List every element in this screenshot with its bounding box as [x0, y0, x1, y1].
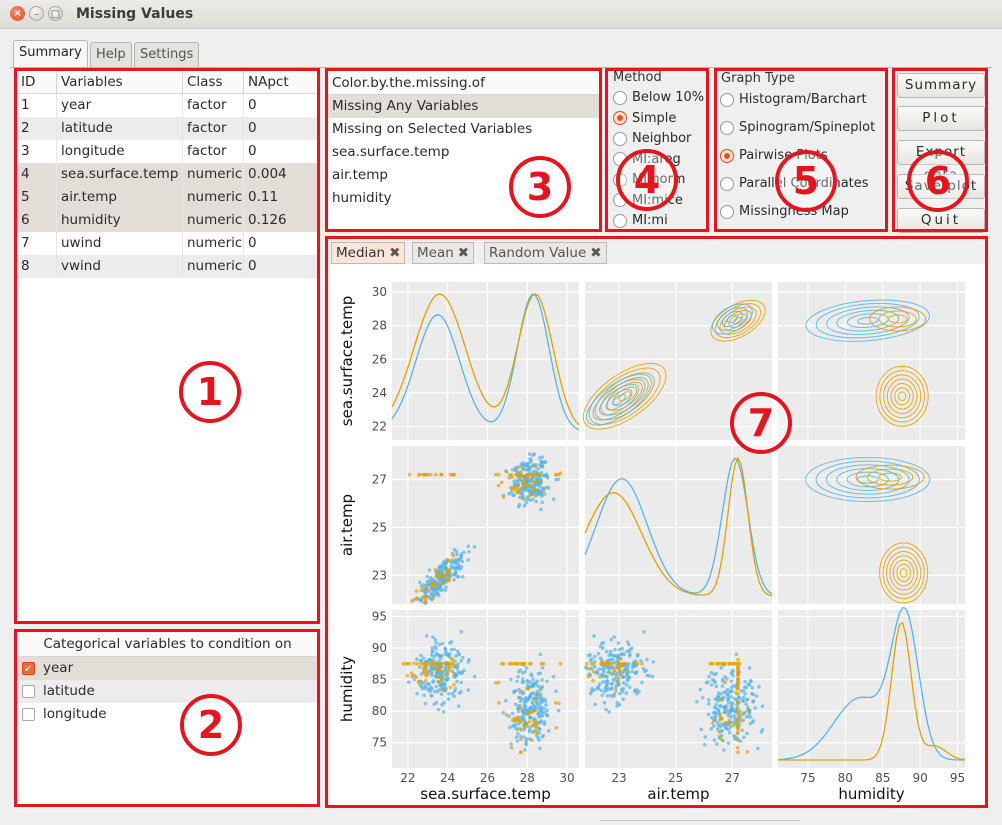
panel-7-highlight — [325, 236, 988, 808]
annotation-1: 1 — [179, 361, 241, 423]
panel-1-highlight — [14, 68, 320, 624]
status-strip — [600, 820, 800, 825]
panel-2-highlight — [14, 629, 320, 807]
tab-help[interactable]: Help — [90, 42, 132, 67]
annotation-3: 3 — [509, 156, 571, 218]
tab-summary[interactable]: Summary — [13, 40, 88, 68]
annotation-7: 7 — [730, 392, 792, 454]
close-window-icon[interactable]: × — [10, 6, 25, 21]
maximize-window-icon[interactable]: □ — [48, 6, 63, 21]
annotation-6: 6 — [907, 150, 969, 212]
annotation-4: 4 — [616, 149, 678, 211]
annotation-5: 5 — [775, 150, 837, 212]
title-bar: × – □ Missing Values — [0, 0, 1002, 29]
minimize-window-icon[interactable]: – — [29, 6, 44, 21]
window-title: Missing Values — [76, 6, 194, 22]
annotation-2: 2 — [180, 694, 242, 756]
tab-settings[interactable]: Settings — [134, 42, 200, 67]
